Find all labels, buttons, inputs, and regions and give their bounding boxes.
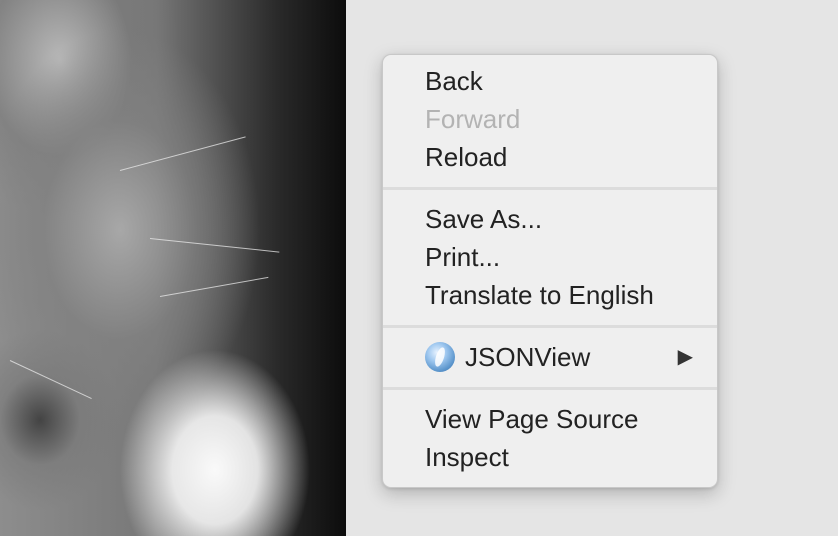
page-photo-cat <box>0 0 346 536</box>
photo-whisker <box>149 238 280 253</box>
menu-separator <box>383 187 717 190</box>
submenu-arrow-icon: ▶ <box>677 346 693 368</box>
photo-whisker <box>159 276 269 297</box>
menu-separator <box>383 387 717 390</box>
menu-item-view-page-source[interactable]: View Page Source <box>383 400 717 438</box>
browser-page: Back Forward Reload Save As... Print... … <box>0 0 838 536</box>
menu-item-forward: Forward <box>425 104 521 134</box>
menu-item-inspect[interactable]: Inspect <box>383 438 717 476</box>
photo-whisker <box>119 136 246 171</box>
menu-item-translate[interactable]: Translate to English <box>383 276 717 314</box>
menu-item-jsonview[interactable]: JSONView ▶ <box>383 338 717 376</box>
menu-item-print[interactable]: Print... <box>383 238 717 276</box>
menu-item-back[interactable]: Back <box>383 62 717 100</box>
menu-item-save-as[interactable]: Save As... <box>383 200 717 238</box>
context-menu: Back Forward Reload Save As... Print... … <box>382 54 718 488</box>
jsonview-extension-icon <box>425 342 455 373</box>
menu-separator <box>383 325 717 328</box>
photo-whisker <box>9 360 92 399</box>
menu-item-jsonview-label: JSONView <box>465 342 591 372</box>
menu-item-reload[interactable]: Reload <box>383 138 717 176</box>
